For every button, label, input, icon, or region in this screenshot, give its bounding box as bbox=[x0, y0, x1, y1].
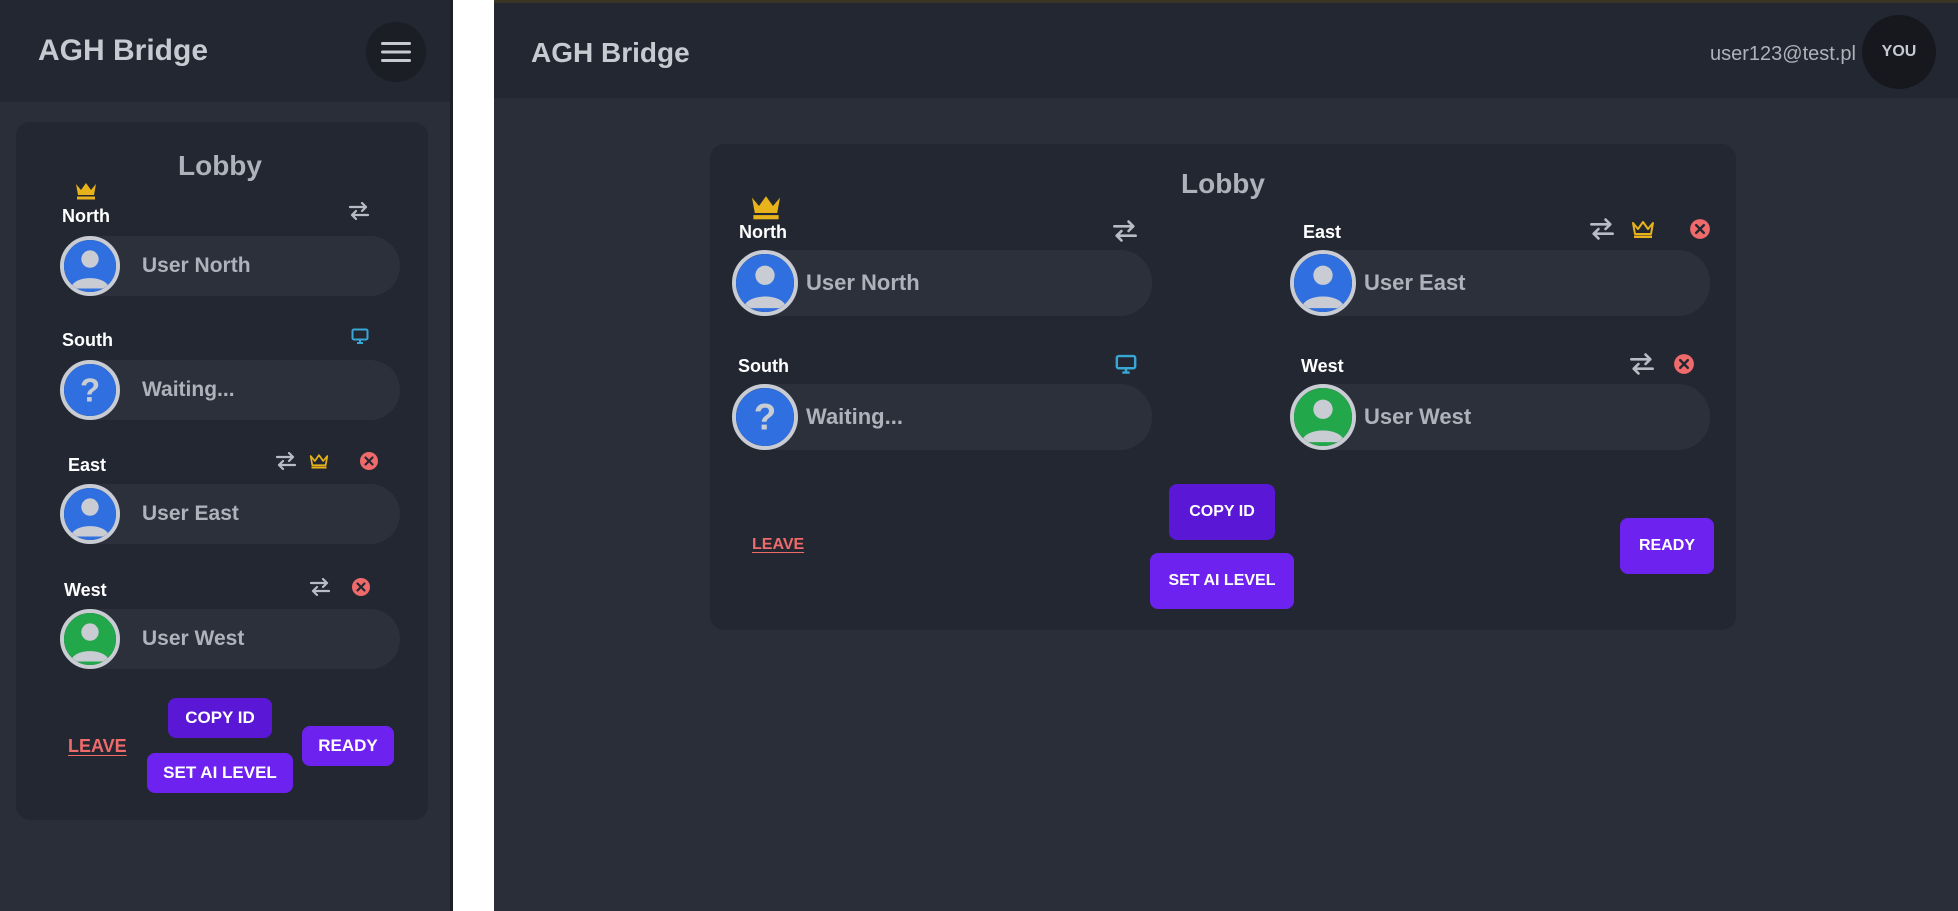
seat-south[interactable]: ? Waiting... bbox=[60, 360, 400, 420]
seat-label-south: South bbox=[738, 356, 789, 376]
user-avatar-icon bbox=[1290, 384, 1356, 450]
seat-north[interactable]: User North bbox=[60, 236, 400, 296]
seat-actions-south bbox=[351, 328, 369, 344]
copy-id-button[interactable]: COPY ID bbox=[1169, 484, 1275, 540]
seat-actions-south bbox=[1115, 354, 1137, 374]
swap-icon[interactable] bbox=[348, 202, 370, 220]
crown-icon bbox=[752, 196, 780, 220]
svg-text:?: ? bbox=[754, 397, 776, 438]
leave-button[interactable]: LEAVE bbox=[752, 536, 804, 554]
close-circle-icon[interactable] bbox=[351, 577, 371, 597]
seat-east[interactable]: User East bbox=[60, 484, 400, 544]
seat-actions-east bbox=[1589, 218, 1711, 240]
user-avatar-icon bbox=[60, 484, 120, 544]
user-email: user123@test.pl bbox=[1710, 43, 1856, 65]
svg-text:?: ? bbox=[80, 371, 100, 408]
seat-actions-west bbox=[309, 577, 371, 597]
user-avatar-icon bbox=[60, 609, 120, 669]
crown-icon bbox=[76, 183, 96, 200]
seat-label-north: North bbox=[739, 222, 787, 242]
lobby-card: Lobby North User North East User East So… bbox=[710, 144, 1736, 630]
desktop-view: AGH Bridge user123@test.pl YOU Lobby Nor… bbox=[494, 0, 1958, 911]
computer-icon[interactable] bbox=[351, 328, 369, 344]
leave-button[interactable]: LEAVE bbox=[68, 736, 127, 757]
seat-player-north: User North bbox=[142, 254, 251, 277]
lobby-title: Lobby bbox=[178, 150, 262, 181]
seat-west[interactable]: User West bbox=[1290, 384, 1710, 450]
seat-label-north: North bbox=[62, 206, 110, 226]
copy-id-button[interactable]: COPY ID bbox=[168, 698, 272, 738]
app-title[interactable]: AGH Bridge bbox=[531, 37, 690, 69]
seat-label-east: East bbox=[1303, 222, 1342, 242]
set-ai-level-button[interactable]: SET AI LEVEL bbox=[1150, 553, 1294, 609]
close-circle-icon[interactable] bbox=[1689, 218, 1711, 240]
seat-south[interactable]: ? Waiting... bbox=[732, 384, 1152, 450]
seat-player-west: User West bbox=[142, 627, 245, 650]
seat-player-south: Waiting... bbox=[806, 404, 903, 429]
question-avatar-icon: ? bbox=[732, 384, 798, 450]
question-avatar-icon: ? bbox=[60, 360, 120, 420]
swap-icon[interactable] bbox=[275, 452, 297, 470]
lobby-card: Lobby North User North South ? Waiting..… bbox=[16, 122, 428, 820]
seat-west[interactable]: User West bbox=[60, 609, 400, 669]
seat-actions-east bbox=[275, 451, 379, 471]
seat-north[interactable]: User North bbox=[732, 250, 1152, 316]
seat-player-east: User East bbox=[1364, 270, 1466, 295]
seat-player-north: User North bbox=[806, 270, 920, 295]
seat-actions-west bbox=[1629, 353, 1695, 375]
seat-actions-north bbox=[348, 202, 370, 220]
swap-icon[interactable] bbox=[1629, 353, 1655, 375]
swap-icon[interactable] bbox=[309, 578, 331, 596]
swap-icon[interactable] bbox=[1589, 218, 1615, 240]
seat-label-west: West bbox=[64, 580, 107, 600]
close-circle-icon[interactable] bbox=[1673, 353, 1695, 375]
panel-divider bbox=[450, 0, 494, 911]
seat-player-west: User West bbox=[1364, 404, 1472, 429]
computer-icon[interactable] bbox=[1115, 354, 1137, 374]
swap-icon[interactable] bbox=[1112, 220, 1138, 242]
lobby-title: Lobby bbox=[1181, 168, 1265, 199]
seat-actions-north bbox=[1112, 220, 1138, 242]
seat-player-south: Waiting... bbox=[142, 378, 235, 401]
mobile-header: AGH Bridge bbox=[0, 0, 450, 102]
user-avatar-button[interactable]: YOU bbox=[1862, 15, 1936, 89]
user-avatar-icon bbox=[732, 250, 798, 316]
seat-player-east: User East bbox=[142, 502, 239, 525]
close-circle-icon[interactable] bbox=[359, 451, 379, 471]
crown-icon[interactable] bbox=[309, 452, 329, 470]
seat-east[interactable]: User East bbox=[1290, 250, 1710, 316]
menu-button[interactable] bbox=[366, 22, 426, 82]
menu-icon bbox=[381, 42, 411, 62]
desktop-header: AGH Bridge user123@test.pl YOU bbox=[494, 0, 1958, 98]
user-avatar-icon bbox=[60, 236, 120, 296]
seat-label-east: East bbox=[68, 455, 107, 475]
set-ai-level-button[interactable]: SET AI LEVEL bbox=[147, 753, 293, 793]
crown-icon[interactable] bbox=[1631, 219, 1655, 239]
seat-label-west: West bbox=[1301, 356, 1344, 376]
app-title[interactable]: AGH Bridge bbox=[38, 34, 208, 68]
mobile-view: AGH Bridge Lobby North User North South bbox=[0, 0, 450, 911]
user-avatar-icon bbox=[1290, 250, 1356, 316]
seat-label-south: South bbox=[62, 330, 113, 350]
ready-button[interactable]: READY bbox=[302, 726, 394, 766]
avatar-label: YOU bbox=[1881, 43, 1917, 60]
ready-button[interactable]: READY bbox=[1620, 518, 1714, 574]
